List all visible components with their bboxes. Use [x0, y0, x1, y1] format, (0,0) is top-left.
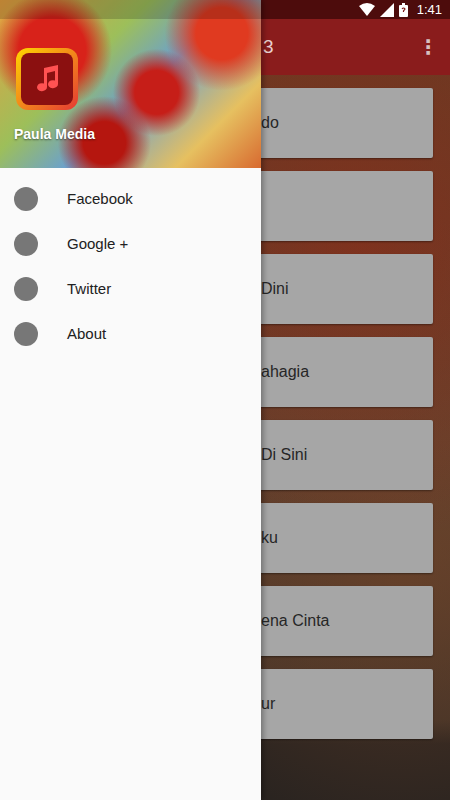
drawer-item[interactable]: About: [0, 311, 261, 356]
status-time: 1:41: [417, 2, 442, 17]
signal-icon: [380, 3, 394, 17]
song-title: ahagia: [261, 363, 309, 381]
drawer-title: Paula Media: [14, 126, 95, 142]
drawer-item[interactable]: Facebook: [0, 176, 261, 221]
status-bar: 1:41: [0, 0, 450, 19]
app-title: 3: [263, 36, 274, 58]
drawer-item-label: About: [67, 325, 106, 342]
navigation-drawer: Paula Media Facebook Google + Twitter About: [0, 0, 261, 800]
song-title: ena Cinta: [261, 612, 330, 630]
song-title: do: [261, 114, 279, 132]
drawer-header: Paula Media: [0, 0, 261, 168]
song-title: Di Sini: [261, 446, 307, 464]
song-title: ku: [261, 529, 278, 547]
circle-icon: [14, 322, 38, 346]
drawer-menu: Facebook Google + Twitter About: [0, 168, 261, 356]
drawer-item-label: Google +: [67, 235, 128, 252]
drawer-item-label: Facebook: [67, 190, 133, 207]
app-logo-icon: [14, 46, 80, 112]
circle-icon: [14, 232, 38, 256]
drawer-item-label: Twitter: [67, 280, 111, 297]
song-title: ur: [261, 695, 275, 713]
drawer-item[interactable]: Google +: [0, 221, 261, 266]
drawer-item[interactable]: Twitter: [0, 266, 261, 311]
wifi-icon: [359, 3, 375, 17]
circle-icon: [14, 277, 38, 301]
screen: 3⋮doDiniahagiaDi Sinikuena CintaurPaula …: [0, 0, 450, 800]
circle-icon: [14, 187, 38, 211]
header-content: Paula Media: [14, 46, 95, 142]
song-title: Dini: [261, 280, 289, 298]
overflow-menu-icon[interactable]: ⋮: [418, 35, 438, 59]
battery-icon: [399, 3, 408, 17]
